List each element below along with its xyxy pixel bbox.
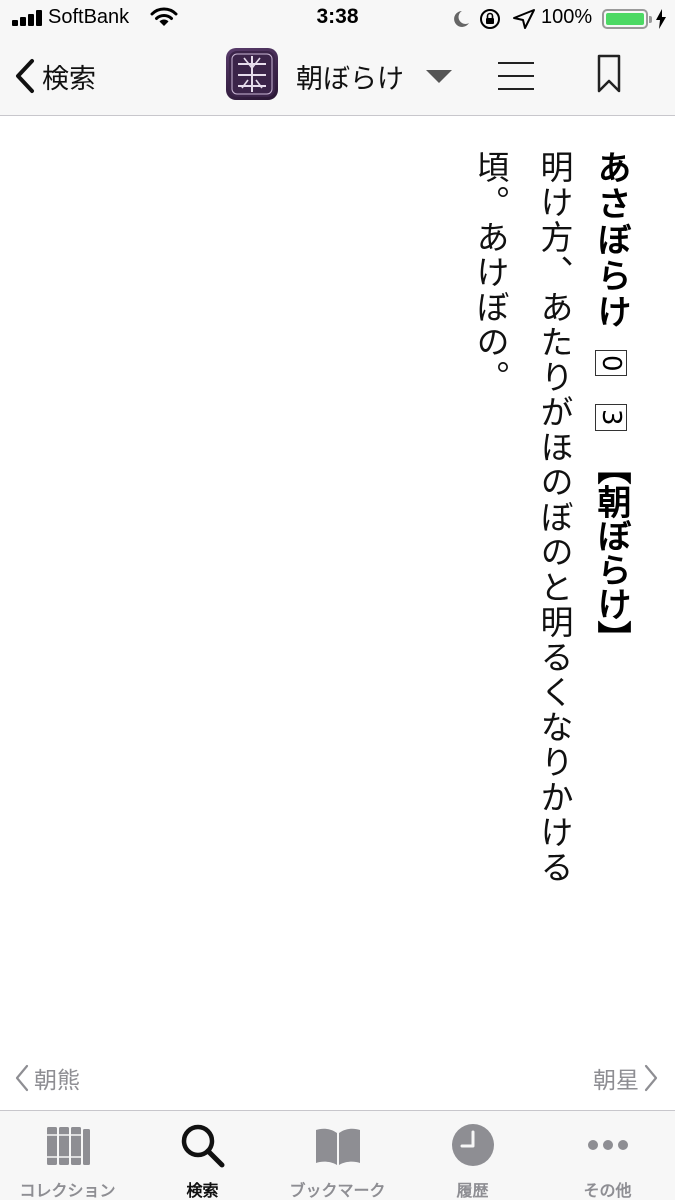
search-icon	[181, 1124, 224, 1168]
headword-kanji: 【朝ぼらけ】	[591, 450, 631, 655]
hamburger-menu-icon	[498, 62, 534, 64]
next-entry-link[interactable]: 朝星	[593, 1060, 659, 1096]
charging-bolt-icon	[656, 9, 666, 29]
moon-icon	[454, 11, 469, 27]
chevron-left-icon	[15, 1064, 29, 1092]
back-button-label: 検索	[42, 63, 96, 95]
clock-icon	[451, 1124, 494, 1166]
battery-icon	[602, 9, 652, 29]
tab-collection[interactable]: コレクション	[0, 1111, 135, 1200]
status-bar: SoftBank 3:38 100%	[0, 0, 675, 40]
battery-percent: 100%	[541, 6, 593, 28]
tab-more[interactable]: その他	[540, 1111, 675, 1200]
accent-mark: 0	[595, 349, 627, 377]
rotation-lock-icon	[480, 9, 500, 29]
entry-title-dropdown[interactable]: 朝ぼらけ	[296, 54, 452, 98]
bookmark-icon[interactable]	[597, 54, 621, 94]
tab-label: コレクション	[19, 1181, 116, 1200]
menu-button[interactable]	[498, 60, 534, 92]
nav-title: 朝ぼらけ	[296, 63, 404, 95]
dictionary-app-icon[interactable]	[226, 48, 278, 100]
dropdown-triangle-icon	[426, 69, 452, 83]
location-icon	[513, 9, 535, 29]
chevron-right-icon	[644, 1064, 658, 1092]
open-book-icon	[315, 1128, 360, 1165]
definition-line: 頃。あけぼの。	[471, 150, 510, 395]
chevron-left-icon	[16, 59, 34, 93]
status-icons	[454, 9, 535, 29]
dictionary-entry: あさぼらけ 0 3 【朝ぼらけ】 明け方、あたりがほのぼのと明るくなりかける 頃…	[461, 150, 633, 990]
accent-mark: 3	[595, 404, 627, 431]
tab-bookmark[interactable]: ブックマーク	[270, 1111, 405, 1200]
headword-reading: あさぼらけ	[591, 150, 631, 330]
more-dots-icon	[587, 1140, 628, 1150]
tab-history[interactable]: 履歴	[405, 1111, 540, 1200]
back-button[interactable]: 検索	[14, 56, 96, 96]
next-entry-label: 朝星	[593, 1068, 639, 1094]
prev-entry-link[interactable]: 朝熊	[14, 1060, 80, 1096]
tab-bar: コレクション 検索 ブックマーク 履歴 その他	[0, 1110, 675, 1200]
prev-entry-label: 朝熊	[34, 1068, 80, 1094]
tab-search[interactable]: 検索	[135, 1111, 270, 1200]
tab-label: 検索	[186, 1181, 219, 1200]
navigation-bar: 検索 朝ぼらけ	[0, 40, 675, 116]
headword-line: あさぼらけ 0 3 【朝ぼらけ】	[589, 150, 633, 990]
books-icon	[46, 1127, 90, 1165]
definition-line: 明け方、あたりがほのぼのと明るくなりかける	[535, 150, 574, 885]
tab-label: 履歴	[456, 1181, 489, 1200]
tab-label: その他	[583, 1181, 632, 1200]
tab-label: ブックマーク	[289, 1181, 386, 1200]
